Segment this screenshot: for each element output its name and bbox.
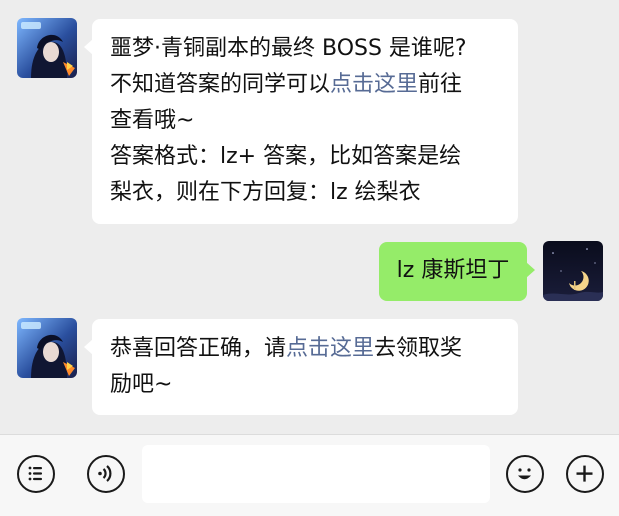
my-avatar[interactable]	[543, 241, 603, 301]
message-line: 励吧~	[110, 372, 173, 397]
message-line: 梨衣，则在下方回复：lz 绘梨衣	[110, 180, 421, 205]
game-account-avatar[interactable]	[17, 318, 77, 378]
plus-icon[interactable]	[566, 455, 604, 493]
voice-icon[interactable]	[87, 455, 125, 493]
message-line: 不知道答案的同学可以点击这里前往	[110, 72, 463, 97]
message-line: 噩梦·青铜副本的最终 BOSS 是谁呢?	[110, 36, 467, 61]
menu-icon[interactable]	[17, 455, 55, 493]
incoming-message-1: 噩梦·青铜副本的最终 BOSS 是谁呢? 不知道答案的同学可以点击这里前往 查看…	[84, 19, 518, 224]
message-input[interactable]	[142, 445, 490, 503]
click-here-link[interactable]: 点击这里	[286, 336, 374, 361]
game-account-avatar[interactable]	[17, 18, 77, 78]
message-line: 查看哦~	[110, 108, 195, 133]
click-here-link[interactable]: 点击这里	[330, 72, 418, 97]
outgoing-message: lz 康斯坦丁	[379, 242, 535, 301]
incoming-message-2: 恭喜回答正确，请点击这里去领取奖 励吧~	[84, 319, 518, 415]
chat-area: 噩梦·青铜副本的最终 BOSS 是谁呢? 不知道答案的同学可以点击这里前往 查看…	[0, 0, 619, 434]
message-line: 答案格式：lz+ 答案，比如答案是绘	[110, 144, 462, 169]
message-line: 恭喜回答正确，请点击这里去领取奖	[110, 336, 463, 361]
message-text: lz 康斯坦丁	[396, 258, 510, 283]
emoji-icon[interactable]	[506, 455, 544, 493]
input-toolbar	[0, 434, 619, 516]
